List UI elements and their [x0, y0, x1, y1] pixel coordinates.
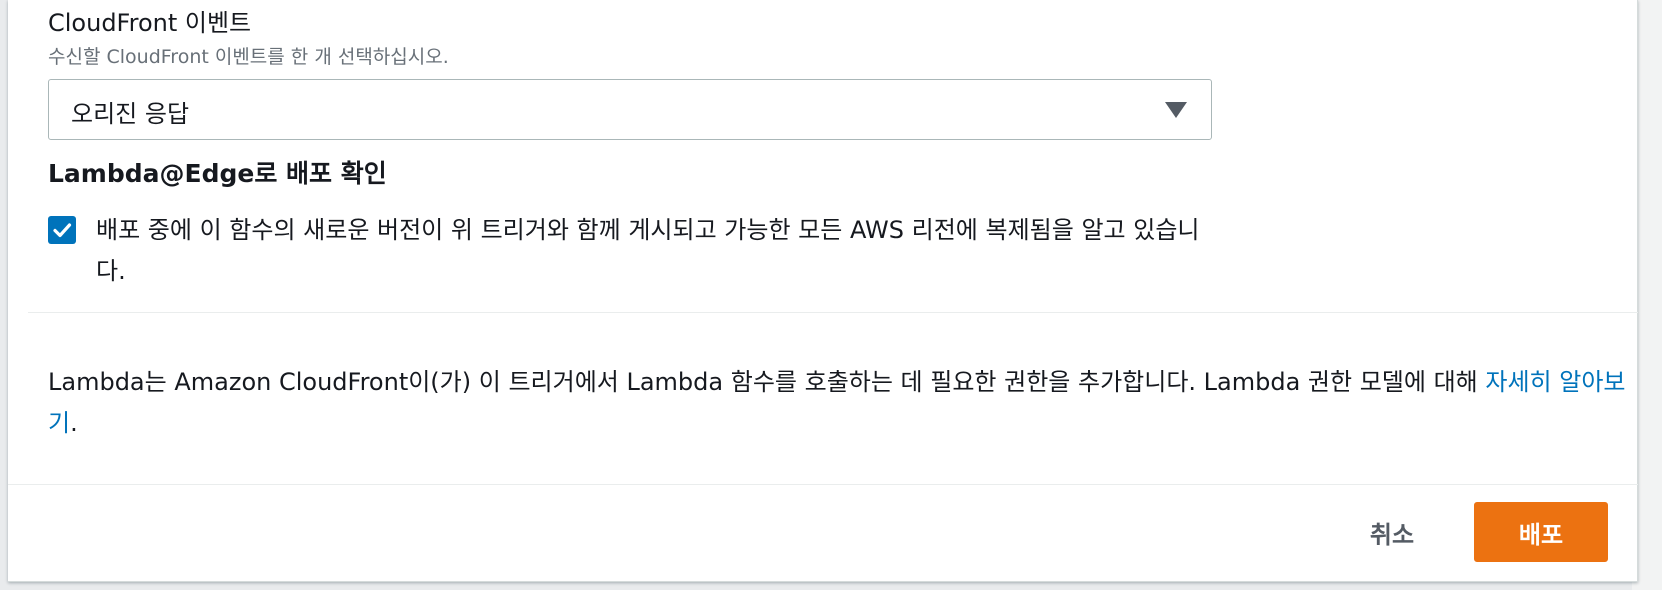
permission-info-suffix: . — [70, 409, 78, 437]
section-divider — [28, 312, 1638, 313]
selected-event-value: 오리진 응답 — [71, 100, 190, 128]
caret-down-icon — [1165, 102, 1187, 118]
permission-info: Lambda는 Amazon CloudFront이(가) 이 트리거에서 La… — [48, 362, 1628, 444]
cloudfront-event-label: CloudFront 이벤트 — [48, 9, 252, 37]
cloudfront-event-select[interactable]: 오리진 응답 — [48, 79, 1212, 140]
footer-divider — [8, 484, 1638, 485]
cloudfront-event-description: 수신할 CloudFront 이벤트를 한 개 선택하십시오. — [48, 46, 449, 68]
cancel-button[interactable]: 취소 — [1342, 502, 1442, 562]
deploy-confirm-title: Lambda@Edge로 배포 확인 — [48, 159, 387, 188]
deploy-button[interactable]: 배포 — [1474, 502, 1608, 562]
checkmark-icon — [53, 223, 72, 238]
permission-info-text: Lambda는 Amazon CloudFront이(가) 이 트리거에서 La… — [48, 368, 1486, 396]
add-trigger-modal: CloudFront 이벤트 수신할 CloudFront 이벤트를 한 개 선… — [8, 0, 1638, 582]
deploy-confirm-label[interactable]: 배포 중에 이 함수의 새로운 버전이 위 트리거와 함께 게시되고 가능한 모… — [96, 210, 1208, 292]
deploy-confirm-checkbox[interactable] — [48, 216, 76, 244]
